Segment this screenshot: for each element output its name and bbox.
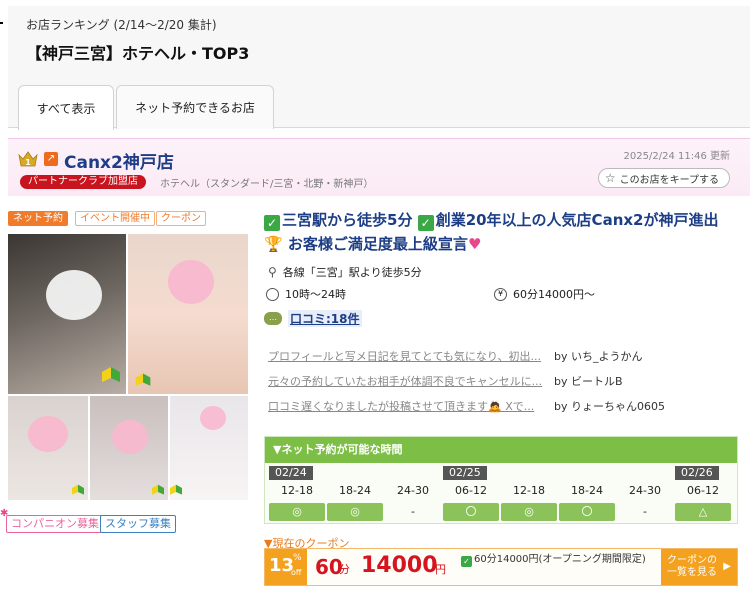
- time-slot: 24-30: [397, 484, 429, 497]
- review-text[interactable]: 元々の予約していたお相手が体調不良でキャンセルに...: [268, 373, 550, 389]
- ranking-title: 【神戸三宮】ホテヘル・TOP3: [26, 44, 250, 63]
- coupon-list-button[interactable]: クーポンの一覧を見る ▶: [661, 549, 737, 585]
- tag-coupon: クーポン: [156, 211, 206, 226]
- check-icon: ✓: [264, 215, 280, 231]
- beginner-leaf-icon: [152, 484, 164, 495]
- review-item[interactable]: 元々の予約していたお相手が体調不良でキャンセルに... by ビートルB: [268, 371, 742, 391]
- headline-part1: 三宮駅から徒歩5分: [282, 211, 413, 229]
- slot-availability-button[interactable]: △: [675, 503, 731, 521]
- tab-bar: すべて表示 ネット予約できるお店: [8, 76, 750, 130]
- tag-event: イベント開催中: [75, 211, 155, 226]
- coupon-percent-sign: %: [293, 553, 302, 563]
- external-link-icon[interactable]: ↗: [44, 152, 58, 166]
- review-item[interactable]: プロフィールと写メ日記を見てとても気になり、初出... by いち_ようかん: [268, 346, 742, 366]
- photo-grid[interactable]: [8, 234, 248, 500]
- headline-part3: お客様ご満足度最上級宣言: [287, 235, 468, 253]
- coupon-description: ✓ 60分14000円(オープニング期間限定): [461, 553, 661, 567]
- schedule-date: 02/24: [269, 466, 313, 480]
- price-row: ¥ 60分14000円〜: [494, 286, 595, 302]
- coupon-desc-text: 60分14000円(オープニング期間限定): [474, 554, 646, 565]
- star-outline-icon: ☆: [604, 171, 616, 185]
- beginner-leaf-icon: [102, 367, 120, 382]
- coupon-box[interactable]: 13 % off 60 分 14000 円 ✓ 60分14000円(オープニング期…: [264, 548, 738, 586]
- tag-net-reservation: ネット予約: [8, 211, 68, 226]
- coupon-price: 14000: [361, 553, 438, 578]
- coupon-minutes-unit: 分: [339, 563, 350, 576]
- beginner-leaf-icon: [135, 373, 151, 386]
- headline-part2: 創業20年以上の人気店Canx2が神戸進出: [435, 211, 719, 229]
- trophy-icon: 🏆: [264, 235, 283, 253]
- review-text[interactable]: プロフィールと写メ日記を見てとても気になり、初出...: [268, 348, 550, 364]
- slot-availability-button[interactable]: 〇: [559, 503, 615, 521]
- time-slot: 24-30: [629, 484, 661, 497]
- tab-all[interactable]: すべて表示: [18, 85, 114, 130]
- updated-time: 2025/2/24 11:46 更新: [623, 151, 730, 162]
- access-row: ⚲ 各線「三宮」駅より徒歩5分: [268, 264, 422, 280]
- reviews-row: … 口コミ:18件: [264, 310, 362, 327]
- slot-availability-button[interactable]: ◎: [501, 503, 557, 521]
- shop-headline[interactable]: ✓ 三宮駅から徒歩5分 ✓ 創業20年以上の人気店Canx2が神戸進出 🏆 お客様ご…: [264, 208, 742, 256]
- shop-name-link[interactable]: Canx2神戸店: [64, 148, 174, 173]
- clock-icon: [266, 287, 279, 301]
- tab-net-reservation[interactable]: ネット予約できるお店: [116, 85, 274, 129]
- beginner-leaf-icon: [72, 484, 84, 495]
- ranking-period: お店ランキング (2/14〜2/20 集計): [26, 18, 217, 32]
- review-author: by いち_ようかん: [554, 350, 643, 363]
- keep-shop-button[interactable]: ☆ このお店をキープする: [597, 168, 730, 188]
- chevron-right-icon: ▶: [723, 561, 731, 572]
- price-text: 60分14000円〜: [513, 288, 595, 301]
- time-slot: 06-12: [687, 484, 719, 497]
- slot-unavailable: -: [643, 505, 647, 518]
- slot-availability-button[interactable]: 〇: [443, 503, 499, 521]
- heart-icon: ♥: [467, 235, 482, 253]
- photo-2[interactable]: [128, 234, 248, 394]
- schedule-date: 02/25: [443, 466, 487, 480]
- schedule-title: ▼ネット予約が可能な時間: [265, 437, 737, 463]
- check-icon: ✓: [417, 215, 434, 231]
- coupon-percent-badge: 13 % off: [265, 549, 307, 585]
- coupon-yen: 円: [435, 563, 446, 576]
- slot-availability-button[interactable]: ◎: [327, 503, 383, 521]
- shop-category: ホテヘル（スタンダード/三宮・北野・新神戸）: [160, 179, 374, 190]
- coupon-off-label: off: [291, 568, 302, 577]
- location-pin-icon: ⚲: [268, 265, 277, 279]
- review-text[interactable]: 口コミ遅くなりましたが投稿させて頂きます🙇 Xで...: [268, 398, 550, 414]
- time-slot: 18-24: [571, 484, 603, 497]
- keep-shop-label: このお店をキープする: [619, 174, 719, 186]
- shop-header: 1 ↗ Canx2神戸店 パートナークラブ加盟店 ホテヘル（スタンダード/三宮・…: [8, 138, 750, 196]
- reviews-link[interactable]: 口コミ:18件: [288, 310, 362, 327]
- time-slot: 12-18: [281, 484, 313, 497]
- time-slot: 18-24: [339, 484, 371, 497]
- coupon-list-label: クーポンの一覧を見る: [667, 555, 717, 578]
- partner-badge: パートナークラブ加盟店: [20, 175, 146, 189]
- hours-row: 10時〜24時: [266, 286, 346, 302]
- time-slot: 12-18: [513, 484, 545, 497]
- staff-recruit-button[interactable]: スタッフ募集: [100, 515, 176, 533]
- review-author: by ビートルB: [554, 375, 623, 388]
- crown-icon: 1: [18, 151, 38, 167]
- review-item[interactable]: 口コミ遅くなりましたが投稿させて頂きます🙇 Xで... by りょーちゃん060…: [268, 396, 742, 416]
- review-author: by りょーちゃん0605: [554, 400, 665, 413]
- speech-bubble-icon: …: [264, 312, 282, 325]
- time-slot: 06-12: [455, 484, 487, 497]
- slot-availability-button[interactable]: ◎: [269, 503, 325, 521]
- svg-text:1: 1: [25, 158, 31, 167]
- reservation-schedule: ▼ネット予約が可能な時間 02/24 02/25 02/26 12-18 18-…: [264, 436, 738, 524]
- check-icon: ✓: [461, 556, 472, 567]
- companion-recruit-button[interactable]: コンパニオン募集: [6, 515, 104, 533]
- beginner-leaf-icon: [170, 484, 182, 495]
- schedule-date: 02/26: [675, 466, 719, 480]
- edge-mark: [0, 22, 3, 24]
- hours-text: 10時〜24時: [285, 288, 346, 301]
- access-text: 各線「三宮」駅より徒歩5分: [282, 266, 422, 279]
- yen-icon: ¥: [494, 287, 507, 301]
- slot-unavailable: -: [411, 505, 415, 518]
